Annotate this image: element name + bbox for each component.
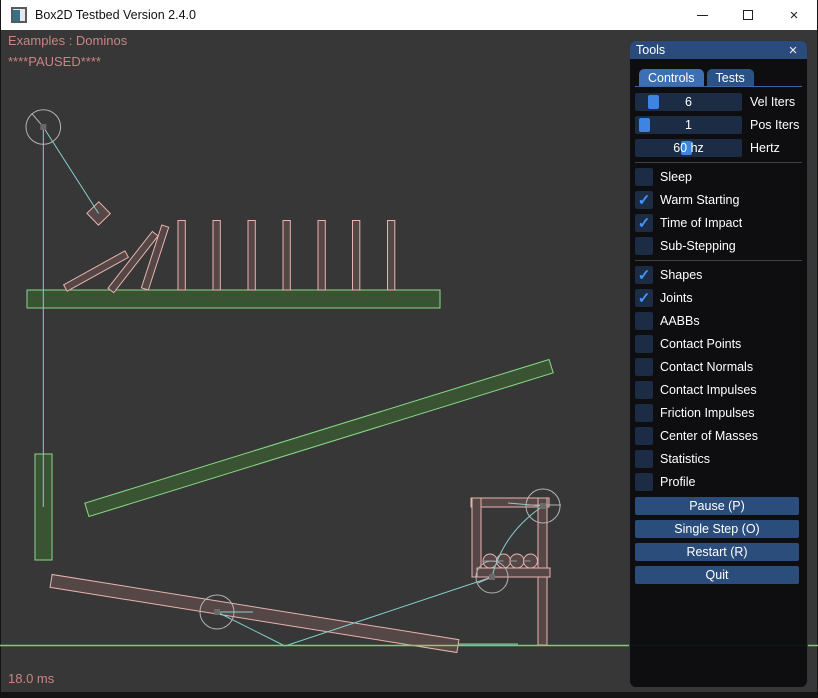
checkbox-joints[interactable]: ✓ (635, 289, 653, 307)
action-buttons: Pause (P) Single Step (O) Restart (R) Quit (635, 497, 802, 584)
frame-time: 18.0 ms (8, 671, 54, 686)
checkbox-contact-impulses[interactable] (635, 381, 653, 399)
pendulum-box (87, 202, 110, 225)
checkbox-label: Profile (660, 475, 695, 489)
separator (635, 162, 802, 163)
solver-checkbox-group: Sleep ✓ Warm Starting ✓ Time of Impact Sub-St… (635, 168, 802, 255)
domino-standing-1 (178, 221, 185, 291)
application-window: Box2D Testbed Version 2.4.0 × (0, 0, 818, 698)
checkbox-row-joints[interactable]: ✓ Joints (635, 289, 802, 307)
separator (635, 260, 802, 261)
checkmark-icon: ✓ (638, 291, 651, 306)
checkbox-label: Sub-Stepping (660, 239, 736, 253)
draw-checkbox-group: ✓ Shapes ✓ Joints AABBs Contact Points Contact… (635, 266, 802, 491)
seesaw-plank (50, 575, 459, 653)
checkbox-label: Sleep (660, 170, 692, 184)
joint-line-pendulum (43, 127, 98, 213)
checkbox-row-contact-points[interactable]: Contact Points (635, 335, 802, 353)
checkmark-icon: ✓ (638, 216, 651, 231)
checkbox-row-shapes[interactable]: ✓ Shapes (635, 266, 802, 284)
checkbox-row-statistics[interactable]: Statistics (635, 450, 802, 468)
slider-row-pos-iters: 1 Pos Iters (635, 116, 802, 134)
checkbox-aabbs[interactable] (635, 312, 653, 330)
slider-label: Pos Iters (750, 118, 799, 132)
checkbox-shapes[interactable]: ✓ (635, 266, 653, 284)
checkbox-profile[interactable] (635, 473, 653, 491)
checkmark-icon: ✓ (638, 268, 651, 283)
green-ramp-plank (85, 359, 553, 516)
checkbox-label: Center of Masses (660, 429, 758, 443)
window-bottom-border (0, 692, 818, 698)
example-title: Examples : Dominos (8, 33, 127, 48)
domino-standing-2 (213, 221, 220, 291)
paused-status: ****PAUSED**** (8, 54, 101, 69)
checkbox-row-contact-normals[interactable]: Contact Normals (635, 358, 802, 376)
checkbox-time-of-impact[interactable]: ✓ (635, 214, 653, 232)
slider-value: 60 hz (635, 139, 742, 157)
checkbox-label: Joints (660, 291, 693, 305)
tools-panel-close-icon[interactable]: × (785, 43, 801, 58)
checkbox-row-center-of-masses[interactable]: Center of Masses (635, 427, 802, 445)
checkbox-row-sleep[interactable]: Sleep (635, 168, 802, 186)
checkbox-label: Statistics (660, 452, 710, 466)
tools-panel-titlebar[interactable]: Tools × (630, 41, 807, 59)
checkbox-row-sub-stepping[interactable]: Sub-Stepping (635, 237, 802, 255)
checkbox-row-aabbs[interactable]: AABBs (635, 312, 802, 330)
checkbox-friction-impulses[interactable] (635, 404, 653, 422)
checkbox-center-of-masses[interactable] (635, 427, 653, 445)
slider-section: 6 Vel Iters 1 Pos Iters 60 hz Hertz (635, 93, 802, 157)
checkbox-warm-starting[interactable]: ✓ (635, 191, 653, 209)
checkbox-label: Contact Normals (660, 360, 753, 374)
frame-shelf (477, 568, 550, 577)
domino-standing-7 (388, 221, 395, 291)
checkbox-label: Time of Impact (660, 216, 742, 230)
restart-r-button[interactable]: Restart (R) (635, 543, 799, 561)
slider-row-hertz: 60 hz Hertz (635, 139, 802, 157)
domino-standing-4 (283, 221, 290, 291)
checkbox-row-warm-starting[interactable]: ✓ Warm Starting (635, 191, 802, 209)
checkbox-contact-normals[interactable] (635, 358, 653, 376)
checkbox-label: Warm Starting (660, 193, 739, 207)
slider-value: 6 (635, 93, 742, 111)
slider-pos-iters[interactable]: 1 (635, 116, 742, 134)
domino-standing-5 (318, 221, 325, 291)
checkbox-label: Friction Impulses (660, 406, 754, 420)
slider-value: 1 (635, 116, 742, 134)
domino-standing-6 (353, 221, 360, 291)
quit-button[interactable]: Quit (635, 566, 799, 584)
tools-panel-title: Tools (636, 43, 665, 57)
slider-vel-iters[interactable]: 6 (635, 93, 742, 111)
slider-hertz[interactable]: 60 hz (635, 139, 742, 157)
frame-left-post (472, 498, 481, 577)
checkbox-row-profile[interactable]: Profile (635, 473, 802, 491)
slider-label: Hertz (750, 141, 780, 155)
domino-platform (27, 290, 440, 308)
tools-panel: Tools × ControlsTests 6 Vel Iters 1 Pos Ite… (629, 40, 808, 688)
checkbox-label: Contact Impulses (660, 383, 757, 397)
checkbox-row-time-of-impact[interactable]: ✓ Time of Impact (635, 214, 802, 232)
checkbox-statistics[interactable] (635, 450, 653, 468)
checkbox-label: AABBs (660, 314, 700, 328)
checkmark-icon: ✓ (638, 193, 651, 208)
checkbox-label: Shapes (660, 268, 702, 282)
checkbox-label: Contact Points (660, 337, 741, 351)
tab-bar: ControlsTests (635, 69, 802, 87)
checkbox-sleep[interactable] (635, 168, 653, 186)
checkbox-sub-stepping[interactable] (635, 237, 653, 255)
single-step-o-button[interactable]: Single Step (O) (635, 520, 799, 538)
slider-label: Vel Iters (750, 95, 795, 109)
checkbox-contact-points[interactable] (635, 335, 653, 353)
pause-p-button[interactable]: Pause (P) (635, 497, 799, 515)
domino-standing-3 (248, 221, 255, 291)
checkbox-row-contact-impulses[interactable]: Contact Impulses (635, 381, 802, 399)
tab-controls[interactable]: Controls (639, 69, 704, 86)
tab-tests[interactable]: Tests (707, 69, 754, 86)
slider-row-vel-iters: 6 Vel Iters (635, 93, 802, 111)
body-anchor-points (40, 124, 546, 615)
checkbox-row-friction-impulses[interactable]: Friction Impulses (635, 404, 802, 422)
